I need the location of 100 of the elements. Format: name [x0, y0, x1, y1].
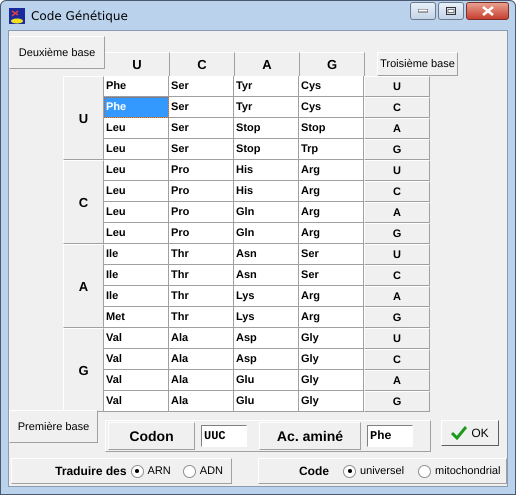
radio-label: universel [360, 465, 404, 477]
table-cell[interactable]: Val [104, 328, 169, 349]
table-cell[interactable]: Met [104, 307, 169, 328]
table-cell[interactable]: Ser [299, 244, 364, 265]
table-cell[interactable]: Ser [169, 139, 234, 160]
table-cell[interactable]: Ile [104, 265, 169, 286]
table-cell[interactable]: Glu [234, 391, 299, 412]
third-base-cell: A [364, 286, 430, 307]
table-cell[interactable]: Phe [104, 76, 169, 97]
third-base-cell: A [364, 370, 430, 391]
table-cell[interactable]: Ala [169, 391, 234, 412]
third-base-cell: C [364, 349, 430, 370]
table-cell[interactable]: Thr [169, 307, 234, 328]
check-icon [451, 426, 468, 440]
table-cell[interactable]: Ser [169, 97, 234, 118]
radio-option[interactable]: universel [343, 464, 404, 478]
table-cell[interactable]: Ser [169, 118, 234, 139]
minimize-icon [418, 9, 428, 13]
table-cell[interactable]: Stop [299, 118, 364, 139]
radio-option[interactable]: ARN [130, 464, 171, 478]
table-cell[interactable]: Gln [234, 202, 299, 223]
table-cell[interactable]: Arg [299, 202, 364, 223]
table-cell[interactable]: Thr [169, 265, 234, 286]
table-cell[interactable]: Pro [169, 202, 234, 223]
table-cell[interactable]: Asp [234, 349, 299, 370]
table-cell[interactable]: Stop [234, 118, 299, 139]
table-cell[interactable]: Pro [169, 160, 234, 181]
table-cell[interactable]: Ala [169, 328, 234, 349]
radio-button[interactable] [182, 464, 196, 478]
window-title: Code Génétique [31, 8, 128, 22]
table-cell[interactable]: Asp [234, 328, 299, 349]
third-base-cell: G [364, 139, 430, 160]
table-cell[interactable]: Ala [169, 349, 234, 370]
table-cell[interactable]: Thr [169, 244, 234, 265]
table-cell[interactable]: Leu [104, 223, 169, 244]
radio-button[interactable] [130, 464, 144, 478]
radio-button[interactable] [418, 464, 432, 478]
radio-label: ARN [148, 465, 171, 477]
amino-acid-field[interactable]: Phe [367, 425, 413, 447]
third-base-cell: U [364, 328, 430, 349]
table-cell[interactable]: Asn [234, 244, 299, 265]
table-cell[interactable]: Ser [169, 76, 234, 97]
table-cell[interactable]: Pro [169, 181, 234, 202]
table-cell[interactable]: Leu [104, 160, 169, 181]
second-base-button[interactable]: Deuxième base [9, 36, 105, 69]
table-cell[interactable]: Leu [104, 202, 169, 223]
table-cell[interactable]: Tyr [234, 76, 299, 97]
third-base-cell: G [364, 223, 430, 244]
third-base-button[interactable]: Troisième base [377, 52, 458, 76]
table-cell[interactable]: Lys [234, 307, 299, 328]
table-cell[interactable]: Val [104, 349, 169, 370]
table-cell[interactable]: His [234, 181, 299, 202]
first-base-button[interactable]: Première base [9, 410, 98, 443]
third-base-cell: G [364, 391, 430, 412]
table-cell[interactable]: Ile [104, 244, 169, 265]
table-cell[interactable]: Arg [299, 286, 364, 307]
table-cell[interactable]: Glu [234, 370, 299, 391]
table-cell[interactable]: Val [104, 370, 169, 391]
table-cell[interactable]: Leu [104, 181, 169, 202]
table-cell[interactable]: Cys [299, 76, 364, 97]
table-cell[interactable]: Gly [299, 370, 364, 391]
table-cell[interactable]: Val [104, 391, 169, 412]
table-cell[interactable]: Arg [299, 181, 364, 202]
table-cell[interactable]: Arg [299, 223, 364, 244]
table-cell[interactable]: Leu [104, 139, 169, 160]
third-base-cell: C [364, 265, 430, 286]
table-cell[interactable]: Stop [234, 139, 299, 160]
table-cell[interactable]: Asn [234, 265, 299, 286]
table-cell[interactable]: Cys [299, 97, 364, 118]
codon-field[interactable]: UUC [201, 425, 247, 447]
third-base-cell: U [364, 160, 430, 181]
close-button[interactable] [466, 2, 509, 20]
table-cell[interactable]: Tyr [234, 97, 299, 118]
radio-button[interactable] [343, 464, 356, 478]
third-base-cell: U [364, 244, 430, 265]
table-cell[interactable]: Thr [169, 286, 234, 307]
table-cell[interactable]: Ala [169, 370, 234, 391]
ok-button[interactable]: OK [441, 420, 499, 446]
radio-option[interactable]: mitochondrial [418, 464, 500, 478]
table-cell[interactable]: Leu [104, 118, 169, 139]
table-cell[interactable]: Trp [299, 139, 364, 160]
table-cell[interactable]: Ile [104, 286, 169, 307]
table-cell[interactable]: Gly [299, 391, 364, 412]
table-cell[interactable]: Ser [299, 265, 364, 286]
table-cell[interactable]: Gln [234, 223, 299, 244]
close-icon [482, 6, 494, 16]
table-cell[interactable]: Lys [234, 286, 299, 307]
table-cell[interactable]: Arg [299, 160, 364, 181]
maximize-button[interactable] [438, 2, 464, 20]
table-cell[interactable]: Arg [299, 307, 364, 328]
first-base-cell: C [63, 160, 104, 244]
codon-label: Codon [108, 422, 195, 450]
amino-acid-label: Ac. aminé [259, 422, 361, 450]
minimize-button[interactable] [410, 2, 436, 20]
maximize-icon [446, 7, 456, 15]
table-cell[interactable]: Gly [299, 349, 364, 370]
table-cell[interactable]: His [234, 160, 299, 181]
radio-option[interactable]: ADN [182, 464, 223, 478]
table-cell[interactable]: Gly [299, 328, 364, 349]
table-cell[interactable]: Pro [169, 223, 234, 244]
